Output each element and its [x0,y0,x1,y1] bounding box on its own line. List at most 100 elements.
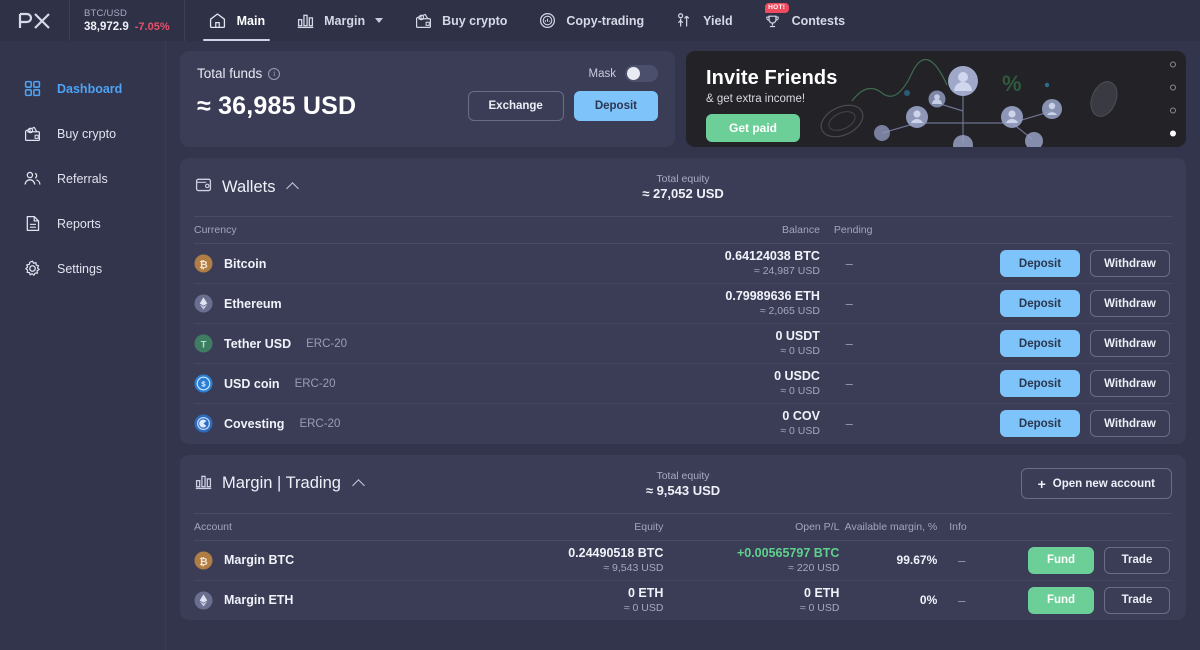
margin-table-header: Account Equity Open P/L Available margin… [194,512,1172,541]
main-navigation: Main Margin B Buy crypto Copy-trading Yi… [185,0,860,41]
total-funds-title-row: Total funds i [197,66,281,81]
mask-toggle[interactable] [625,65,658,82]
invite-friends-banner[interactable]: % Invite Friends & get extra income! Get… [686,51,1186,147]
account-info: – [937,540,987,581]
total-funds-amount: ≈ 36,985 USD [197,91,357,120]
trade-button[interactable]: Trade [1104,586,1170,614]
table-row[interactable]: Ethereum 0.79989636 ETH ≈ 2,065 USD – De… [194,283,1172,324]
sidebar-item-dashboard[interactable]: Dashboard [0,67,165,110]
page-title: Total funds [197,66,263,81]
main-content: Total funds i Mask ≈ 36,985 USD Exchange… [166,41,1200,650]
toggle-knob [627,67,640,80]
sidebar-item-buy-crypto[interactable]: B Buy crypto [0,112,165,155]
wallet-withdraw-button[interactable]: Withdraw [1090,410,1170,438]
open-new-account-button[interactable]: + Open new account [1020,468,1172,499]
wallet-deposit-button[interactable]: Deposit [1000,330,1080,357]
wallets-panel: Wallets Total equity ≈ 27,052 USD Curren… [180,158,1186,444]
wallet-withdraw-button[interactable]: Withdraw [1090,330,1170,357]
banner-dot-1[interactable] [1170,61,1176,68]
ticker-btc-usd[interactable]: BTC/USD 38,972.9 -7.05% [70,0,185,41]
svg-text:B: B [29,129,31,133]
plus-icon: + [1037,475,1046,492]
wallet-balance-usd: ≈ 0 USD [780,345,820,357]
wallet-deposit-button[interactable]: Deposit [1000,290,1080,317]
wallet-balance: 0 COV [782,409,820,424]
wallet-pending: – [819,323,879,364]
yield-icon [674,11,694,31]
sidebar-item-reports[interactable]: Reports [0,202,165,245]
get-paid-button[interactable]: Get paid [706,114,800,142]
chevron-down-icon[interactable] [375,18,384,23]
exchange-button[interactable]: Exchange [467,91,564,121]
account-available-margin: 99.67% [839,540,938,581]
sidebar-item-referrals[interactable]: Referrals [0,157,165,200]
usdc-icon: $ [194,374,213,393]
currency-name: Ethereum [224,296,282,311]
sidebar-item-referrals-label: Referrals [57,171,108,186]
column-actions [878,216,1172,244]
app-logo[interactable] [0,0,70,41]
nav-item-buy-crypto[interactable]: B Buy crypto [398,0,522,41]
sidebar-item-reports-label: Reports [57,216,101,231]
document-icon [22,213,43,234]
home-icon [208,11,228,31]
banner-pagination-dots [1170,61,1176,137]
wallets-table: Currency Balance Pending ₿ Bitcoin 0.641… [194,216,1172,444]
column-margin-actions [986,512,1172,541]
wallet-balance-usd: ≈ 0 USD [780,425,820,438]
fund-button[interactable]: Fund [1028,586,1094,614]
wallet-deposit-button[interactable]: Deposit [1000,370,1080,397]
wallet-withdraw-button[interactable]: Withdraw [1090,290,1170,317]
table-row[interactable]: $ USD coin ERC-20 0 USDC ≈ 0 USD – Depos… [194,363,1172,404]
wallet-deposit-button[interactable]: Deposit [1000,250,1080,277]
table-row[interactable]: ₿ Bitcoin 0.64124038 BTC ≈ 24,987 USD – … [194,243,1172,284]
nav-item-main[interactable]: Main [193,0,280,41]
account-open-pl-usd: ≈ 0 USD [799,601,840,614]
wallet-balance-usd: ≈ 24,987 USD [754,265,820,277]
wallets-total-equity: Total equity ≈ 27,052 USD [642,172,724,202]
banner-dot-4[interactable] [1170,130,1176,137]
banner-dot-3[interactable] [1170,107,1176,114]
currency-network: ERC-20 [299,417,341,430]
column-info: Info [937,512,987,541]
table-row[interactable]: Covesting ERC-20 0 COV ≈ 0 USD – Deposit… [194,404,1172,444]
wallet-balance-usd: ≈ 0 USD [780,385,820,397]
wallets-title: Wallets [222,177,276,196]
px-logo-icon [18,12,50,29]
mask-toggle-group[interactable]: Mask [589,65,658,82]
grid-icon [22,78,43,99]
nav-item-copy-trading[interactable]: Copy-trading [522,0,659,41]
account-equity: 0 ETH [627,585,664,600]
covesting-icon [194,414,213,433]
total-funds-card: Total funds i Mask ≈ 36,985 USD Exchange… [180,51,675,147]
nav-item-buy-crypto-label: Buy crypto [442,13,508,28]
chevron-up-icon[interactable] [352,478,365,492]
wallet-withdraw-button[interactable]: Withdraw [1090,370,1170,397]
wallet-balance: 0.64124038 BTC [724,249,820,263]
wallet-deposit-button[interactable]: Deposit [1000,410,1080,438]
nav-item-margin[interactable]: Margin [280,0,398,41]
account-name: Margin BTC [224,553,295,567]
bar-chart-icon [295,11,315,31]
ethereum-icon [194,294,213,313]
banner-dot-2[interactable] [1170,84,1176,91]
table-row[interactable]: T Tether USD ERC-20 0 USDT ≈ 0 USD – Dep… [194,323,1172,364]
deposit-button[interactable]: Deposit [573,91,658,121]
wallet-withdraw-button[interactable]: Withdraw [1090,250,1170,277]
info-icon[interactable]: i [268,67,281,80]
fund-button[interactable]: Fund [1028,546,1094,574]
wallet-balance-usd: ≈ 2,065 USD [759,305,820,317]
table-row[interactable]: ₿ Margin BTC 0.24490518 BTC ≈ 9,543 USD … [194,540,1172,581]
account-open-pl-usd: ≈ 220 USD [788,561,840,574]
chevron-up-icon[interactable] [286,182,300,195]
wallet-pending: – [819,283,879,324]
users-icon [22,168,43,189]
nav-item-yield[interactable]: Yield [659,0,747,41]
sidebar-item-settings[interactable]: Settings [0,247,165,290]
nav-item-yield-label: Yield [703,13,733,28]
table-row[interactable]: Margin ETH 0 ETH ≈ 0 USD 0 ETH ≈ 0 USD 0… [194,580,1172,620]
nav-item-contests[interactable]: HOT! Contests [748,0,860,41]
account-info: – [958,592,966,608]
trade-button[interactable]: Trade [1104,546,1170,574]
column-account: Account [194,512,488,541]
